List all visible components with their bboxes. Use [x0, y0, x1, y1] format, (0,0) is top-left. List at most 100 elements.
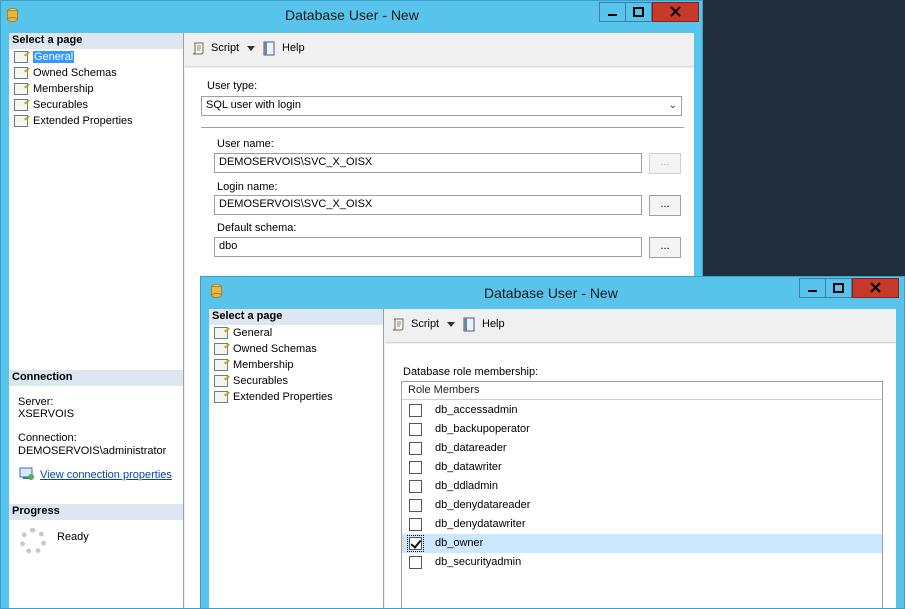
role-row[interactable]: db_backupoperator — [402, 420, 882, 439]
default-schema-browse-button[interactable]: ... — [649, 237, 681, 258]
database-cylinder-icon — [7, 8, 18, 22]
page-label: Owned Schemas — [33, 67, 117, 79]
page-item-extended-properties[interactable]: Extended Properties — [9, 113, 183, 129]
script-icon[interactable] — [391, 317, 406, 332]
toolbar: Script Help — [385, 309, 896, 343]
separator — [201, 127, 684, 128]
page-properties-icon — [14, 115, 28, 127]
database-user-window-front[interactable]: Database User - New Select a page Genera… — [200, 276, 905, 609]
user-type-select[interactable]: SQL user with login ⌄ — [201, 96, 682, 116]
page-properties-icon — [14, 83, 28, 95]
close-button[interactable] — [852, 278, 899, 298]
page-properties-icon — [214, 391, 228, 403]
database-cylinder-icon — [211, 284, 222, 298]
role-checkbox[interactable] — [409, 480, 422, 493]
page-label: Securables — [33, 99, 89, 111]
role-name: db_denydatareader — [435, 499, 531, 511]
help-button[interactable]: Help — [282, 42, 305, 54]
role-checkbox[interactable] — [407, 535, 424, 552]
role-row[interactable]: db_securityadmin — [402, 553, 882, 572]
window-title: Database User - New — [285, 7, 419, 23]
server-value: XSERVOIS — [18, 408, 75, 420]
role-row[interactable]: db_denydatawriter — [402, 515, 882, 534]
role-name: db_securityadmin — [435, 556, 522, 568]
close-button[interactable] — [652, 2, 699, 22]
role-checkbox[interactable] — [409, 499, 422, 512]
role-members-column-header[interactable]: Role Members — [402, 382, 882, 400]
page-item-membership[interactable]: Membership — [209, 357, 383, 373]
title-bar[interactable]: Database User - New — [201, 277, 904, 305]
page-item-securables[interactable]: Securables — [209, 373, 383, 389]
script-button[interactable]: Script — [211, 42, 239, 54]
page-label: Membership — [233, 359, 294, 371]
user-type-label: User type: — [207, 80, 258, 92]
maximize-button[interactable] — [625, 2, 652, 22]
page-properties-icon — [14, 51, 28, 63]
page-item-owned-schemas[interactable]: Owned Schemas — [209, 341, 383, 357]
select-page-header: Select a page — [209, 309, 383, 325]
page-item-securables[interactable]: Securables — [9, 97, 183, 113]
role-row[interactable]: db_ddladmin — [402, 477, 882, 496]
page-properties-icon — [14, 99, 28, 111]
connection-value: DEMOSERVOIS\administrator — [18, 445, 167, 457]
left-pane: Select a page General Owned Schemas Memb… — [209, 309, 384, 608]
page-item-membership[interactable]: Membership — [9, 81, 183, 97]
close-icon — [870, 282, 881, 293]
minimize-button[interactable] — [599, 2, 626, 22]
script-button[interactable]: Script — [411, 318, 439, 330]
role-checkbox[interactable] — [409, 404, 422, 417]
chevron-down-icon[interactable] — [247, 46, 255, 52]
login-name-browse-button[interactable]: ... — [649, 195, 681, 216]
toolbar: Script Help — [185, 33, 694, 67]
role-checkbox[interactable] — [409, 556, 422, 569]
page-label: Membership — [33, 83, 94, 95]
login-name-label: Login name: — [217, 181, 278, 193]
help-button[interactable]: Help — [482, 318, 505, 330]
title-bar[interactable]: Database User - New — [1, 1, 702, 29]
help-book-icon[interactable] — [262, 41, 277, 56]
role-checkbox[interactable] — [409, 442, 422, 455]
right-pane: Script Help Database role membership: Ro… — [385, 309, 896, 608]
login-name-input[interactable]: DEMOSERVOIS\SVC_X_OISX — [214, 195, 642, 215]
role-row[interactable]: db_denydatareader — [402, 496, 882, 515]
page-item-general[interactable]: General — [9, 49, 183, 65]
page-item-general[interactable]: General — [209, 325, 383, 341]
view-connection-properties-link[interactable]: View connection properties — [40, 469, 172, 481]
page-properties-icon — [214, 327, 228, 339]
role-checkbox[interactable] — [409, 461, 422, 474]
help-book-icon[interactable] — [462, 317, 477, 332]
role-row[interactable]: db_datawriter — [402, 458, 882, 477]
role-row[interactable]: db_accessadmin — [402, 401, 882, 420]
default-schema-input[interactable]: dbo — [214, 237, 642, 257]
role-name: db_accessadmin — [435, 404, 518, 416]
page-label: Extended Properties — [33, 115, 133, 127]
connection-label: Connection: — [18, 432, 77, 444]
maximize-icon — [833, 283, 844, 293]
role-membership-label: Database role membership: — [403, 366, 539, 378]
role-row[interactable]: db_owner — [402, 534, 882, 553]
page-item-owned-schemas[interactable]: Owned Schemas — [9, 65, 183, 81]
role-row[interactable]: db_datareader — [402, 439, 882, 458]
page-label: General — [233, 327, 273, 339]
page-label: General — [33, 51, 75, 63]
connection-properties-icon — [19, 467, 34, 480]
page-properties-icon — [14, 67, 28, 79]
close-icon — [670, 6, 681, 17]
maximize-button[interactable] — [825, 278, 852, 298]
role-checkbox[interactable] — [409, 518, 422, 531]
minimize-icon — [808, 290, 817, 292]
user-name-label: User name: — [217, 138, 274, 150]
role-rows: db_accessadmin db_backupoperator db_datare… — [402, 400, 882, 572]
page-item-extended-properties[interactable]: Extended Properties — [209, 389, 383, 405]
user-name-input[interactable]: DEMOSERVOIS\SVC_X_OISX — [214, 153, 642, 173]
role-members-list[interactable]: Role Members db_accessadmin db_backupoper… — [401, 381, 883, 608]
minimize-button[interactable] — [799, 278, 826, 298]
chevron-down-icon[interactable] — [447, 322, 455, 328]
select-page-header: Select a page — [9, 33, 183, 49]
script-icon[interactable] — [191, 41, 206, 56]
role-checkbox[interactable] — [409, 423, 422, 436]
chevron-down-icon: ⌄ — [668, 100, 677, 111]
user-name-browse-button[interactable]: ... — [649, 153, 681, 174]
role-name: db_ddladmin — [435, 480, 498, 492]
progress-spinner-icon — [20, 528, 46, 554]
